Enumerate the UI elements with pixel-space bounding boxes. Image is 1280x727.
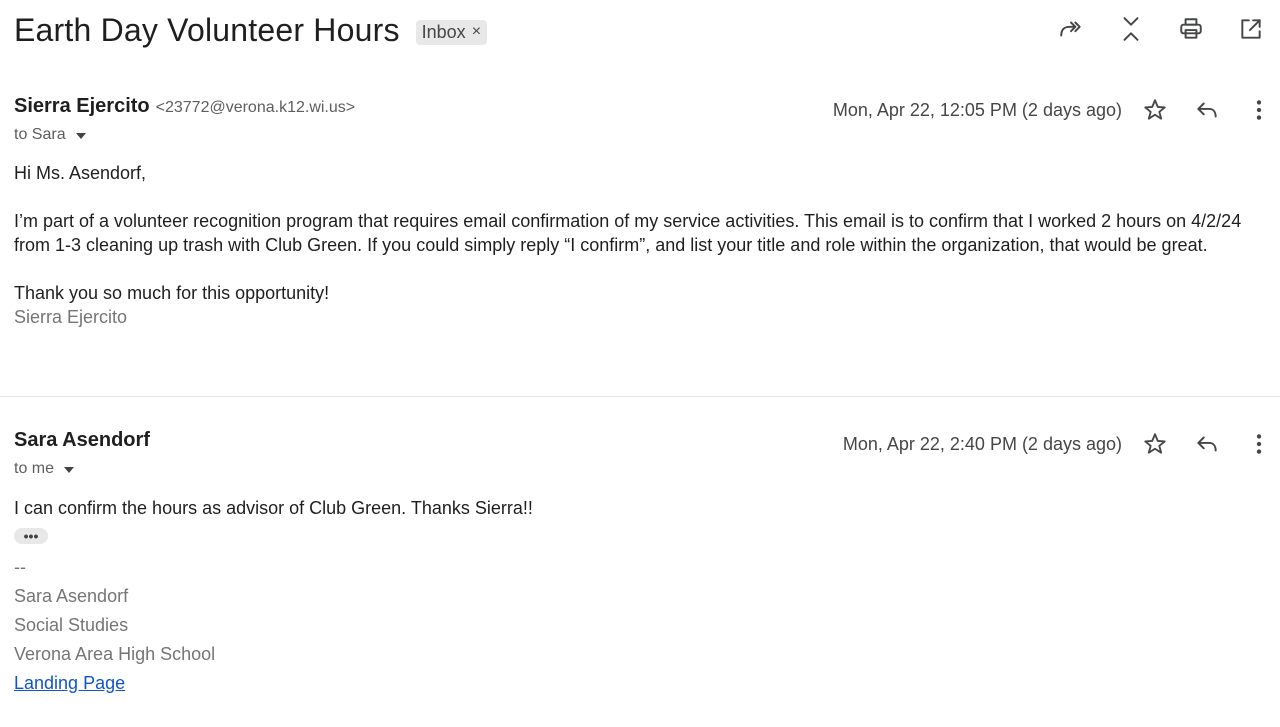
sig-name: Sara Asendorf: [14, 586, 129, 606]
message-body: Hi Ms. Asendorf, I’m part of a volunteer…: [14, 161, 1272, 329]
print-icon[interactable]: [1176, 14, 1206, 44]
thread-toolbar: [1056, 14, 1266, 44]
sig-school: Verona Area High School: [14, 644, 216, 664]
recipient-text: to me: [14, 460, 55, 477]
greeting: Hi Ms. Asendorf,: [14, 163, 147, 183]
message-2: Sara Asendorf to me Mon, Apr 22, 2:40 PM…: [14, 429, 1280, 698]
sig-dash: --: [14, 557, 26, 577]
open-new-window-icon[interactable]: [1236, 14, 1266, 44]
recipient-text: to Sara: [14, 126, 66, 143]
reply-text: I can confirm the hours as advisor of Cl…: [14, 498, 533, 518]
star-icon[interactable]: [1140, 95, 1170, 125]
closing: Thank you so much for this opportunity!: [14, 283, 330, 303]
forward-all-icon[interactable]: [1056, 14, 1086, 44]
chevron-down-icon[interactable]: [64, 467, 75, 473]
message-1: Sierra Ejercito <23772@verona.k12.wi.us>…: [14, 95, 1280, 329]
message-date: Mon, Apr 22, 12:05 PM (2 days ago): [832, 99, 1122, 120]
signature-block: -- Sara Asendorf Social Studies Verona A…: [14, 553, 1272, 698]
recipient-row[interactable]: to me: [14, 460, 1280, 478]
more-options-icon[interactable]: [1244, 429, 1274, 459]
body-paragraph: I’m part of a volunteer recognition prog…: [14, 211, 1242, 255]
label-text: Inbox: [421, 21, 466, 42]
message-meta: Mon, Apr 22, 12:05 PM (2 days ago): [833, 95, 1280, 125]
thread-subject: Earth Day Volunteer Hours: [14, 11, 400, 48]
message-meta: Mon, Apr 22, 2:40 PM (2 days ago): [843, 429, 1280, 459]
recipient-row[interactable]: to Sara: [14, 126, 1280, 144]
sender-name[interactable]: Sara Asendorf: [14, 429, 150, 452]
remove-label-icon[interactable]: ×: [472, 23, 481, 41]
sender-email: <23772@verona.k12.wi.us>: [155, 99, 356, 116]
sender-name[interactable]: Sierra Ejercito: [14, 95, 150, 118]
reply-icon[interactable]: [1192, 95, 1222, 125]
inbox-label-chip[interactable]: Inbox ×: [415, 19, 488, 45]
message-date: Mon, Apr 22, 2:40 PM (2 days ago): [842, 433, 1122, 454]
reply-icon[interactable]: [1192, 429, 1222, 459]
landing-page-link[interactable]: Landing Page: [14, 673, 125, 693]
more-options-icon[interactable]: [1244, 95, 1274, 125]
chevron-down-icon[interactable]: [75, 133, 86, 139]
message-divider: [0, 396, 1280, 397]
sig-department: Social Studies: [14, 615, 129, 635]
star-icon[interactable]: [1140, 429, 1170, 459]
collapse-icon[interactable]: [1116, 14, 1146, 44]
show-trimmed-content-button[interactable]: •••: [14, 528, 48, 544]
message-body: I can confirm the hours as advisor of Cl…: [14, 496, 1272, 698]
signature: Sierra Ejercito: [14, 307, 128, 327]
